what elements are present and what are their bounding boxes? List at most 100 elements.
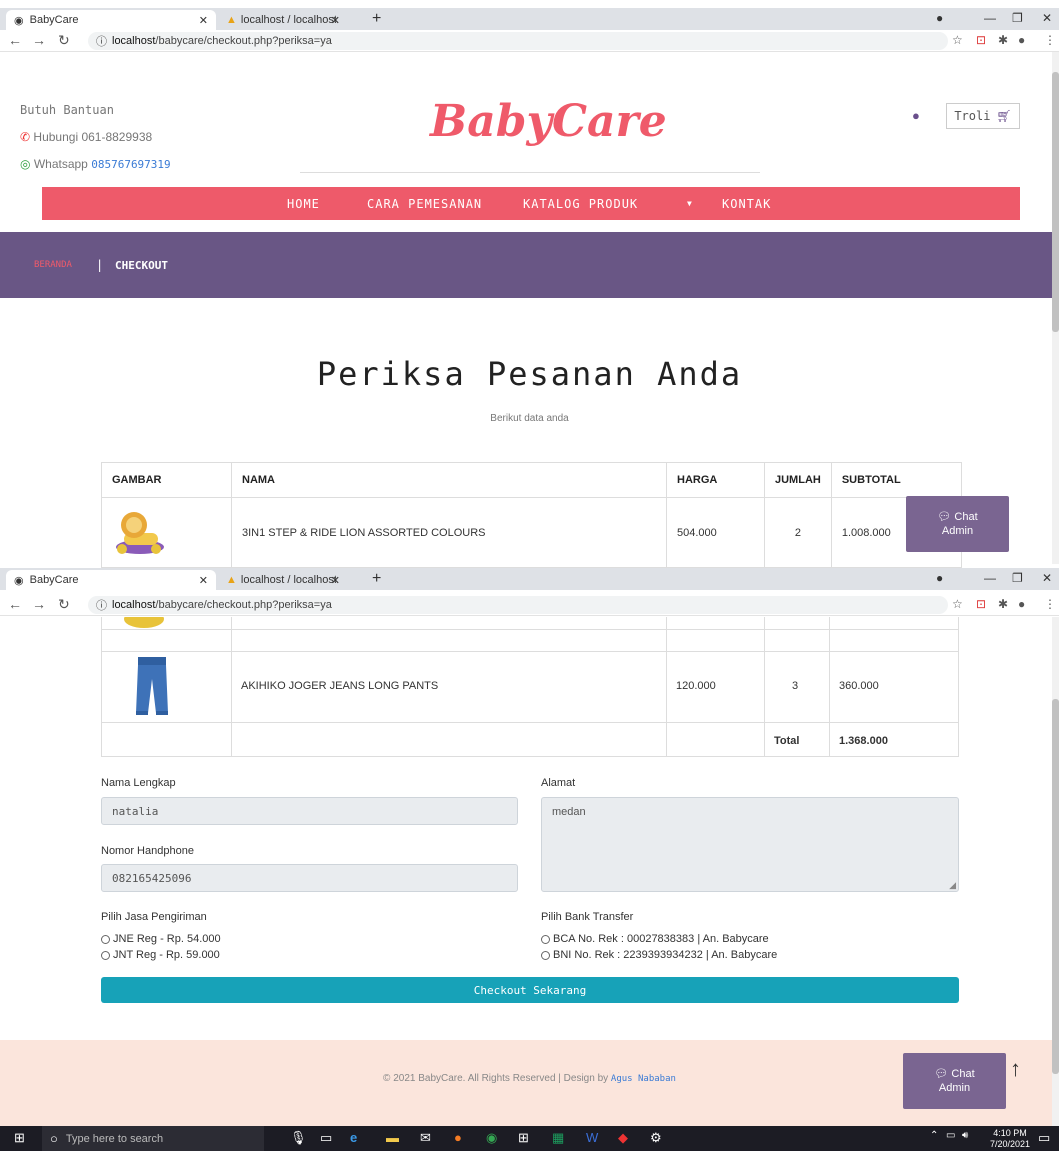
extensions-puzzle-icon[interactable]: ✱	[998, 597, 1008, 611]
mail-icon[interactable]: ✉	[420, 1130, 431, 1146]
chat-admin-button[interactable]: 💬︎ Chat Admin	[906, 496, 1009, 552]
radio-icon[interactable]	[101, 934, 110, 944]
new-tab-icon[interactable]: +	[372, 570, 381, 588]
nav-item-kontak[interactable]: KONTAK	[722, 197, 771, 211]
whatsapp-contact[interactable]: ◎ Whatsapp 085767697319	[20, 157, 171, 171]
chevron-down-icon[interactable]: ▼	[687, 199, 693, 208]
user-icon[interactable]: ●	[912, 108, 920, 123]
chat-admin-button[interactable]: 💬︎ Chat Admin	[903, 1053, 1006, 1109]
checkout-button[interactable]: Checkout Sekarang	[101, 977, 959, 1003]
scrollbar-bottom[interactable]	[1052, 617, 1059, 1126]
breadcrumb-home[interactable]: BERANDA	[34, 260, 72, 270]
close-window-icon[interactable]: ✕	[1042, 11, 1052, 25]
nav-item-cara-pemesanan[interactable]: CARA PEMESANAN	[367, 197, 482, 211]
radio-icon[interactable]	[541, 934, 550, 944]
windows-start-icon[interactable]: ⊞	[14, 1130, 25, 1146]
new-tab-icon[interactable]: +	[372, 10, 381, 28]
radio-icon[interactable]	[101, 950, 110, 960]
scrollbar-top[interactable]	[1052, 52, 1059, 564]
phone-text: Hubungi 061-8829938	[33, 130, 153, 144]
phone-value: 082165425096	[112, 871, 192, 885]
cart-button[interactable]: Troli 🛒︎	[946, 103, 1020, 129]
taskbar-search[interactable]: ○ Type here to search	[42, 1126, 264, 1151]
file-explorer-icon[interactable]: ▬	[386, 1130, 399, 1145]
shipping-option-jnt[interactable]: JNT Reg - Rp. 59.000	[101, 949, 220, 961]
reload-icon[interactable]: ↻	[58, 32, 70, 49]
profile-indicator-icon: ●	[936, 571, 944, 585]
store-icon[interactable]: ⊞	[518, 1130, 529, 1146]
chat-icon: 💬︎	[934, 1068, 949, 1080]
url-field[interactable]: ⓘ localhost/babycare/checkout.php?periks…	[88, 32, 948, 50]
address-value: medan	[552, 806, 586, 818]
profile-avatar-icon[interactable]: ●	[1018, 597, 1025, 611]
phone-contact[interactable]: ✆ Hubungi 061-8829938	[20, 130, 152, 144]
browser-tab-babycare[interactable]: ◉ BabyCare ✕	[6, 10, 216, 30]
row-divider	[101, 651, 959, 652]
browser-tabbar-top: ◉ BabyCare ✕ ▲ localhost / localhost / b…	[0, 8, 1059, 30]
site-logo[interactable]: BabyCare	[430, 96, 667, 147]
browser-tab-phpmyadmin[interactable]: ▲ localhost / localhost / babycare / ✕	[218, 10, 348, 30]
excel-icon[interactable]: ▦	[552, 1130, 564, 1146]
phpmyadmin-icon: ▲	[226, 574, 237, 586]
shipping-option-jne[interactable]: JNE Reg - Rp. 54.000	[101, 933, 221, 945]
bookmark-star-icon[interactable]: ☆	[952, 33, 963, 47]
menu-kebab-icon[interactable]: ⋮	[1044, 597, 1056, 611]
col-harga: HARGA	[666, 462, 765, 498]
resize-handle-icon[interactable]: ◢	[949, 880, 956, 891]
reload-icon[interactable]: ↻	[58, 596, 70, 613]
minimize-icon[interactable]: —	[984, 571, 996, 585]
close-tab-icon[interactable]: ✕	[199, 574, 208, 587]
tray-chevron-icon[interactable]: ⌃	[930, 1130, 938, 1141]
back-icon[interactable]: ←	[8, 32, 22, 48]
microphone-icon[interactable]: 🎙︎	[290, 1130, 307, 1146]
search-circle-icon: ○	[50, 1131, 58, 1146]
close-window-icon[interactable]: ✕	[1042, 571, 1052, 585]
chat-label: Chat	[951, 1068, 975, 1080]
close-tab-icon[interactable]: ✕	[199, 14, 208, 27]
network-icon[interactable]: ▭	[946, 1130, 955, 1141]
col-jumlah: JUMLAH	[764, 462, 832, 498]
bank-label: Pilih Bank Transfer	[541, 911, 634, 923]
whatsapp-number[interactable]: 085767697319	[91, 158, 170, 171]
anydesk-icon[interactable]: ◆	[618, 1130, 628, 1146]
clock-date: 7/20/2021	[990, 1139, 1031, 1149]
browser-tab-babycare[interactable]: ◉ BabyCare ✕	[6, 570, 216, 590]
word-icon[interactable]: W	[586, 1130, 598, 1145]
settings-gear-icon[interactable]: ⚙	[650, 1130, 662, 1146]
maximize-icon[interactable]: ❐	[1012, 11, 1023, 25]
forward-icon[interactable]: →	[32, 596, 46, 612]
task-view-icon[interactable]: ▭	[320, 1130, 332, 1146]
profile-avatar-icon[interactable]: ●	[1018, 33, 1025, 47]
notification-icon[interactable]: ▭	[1038, 1130, 1050, 1146]
nav-item-home[interactable]: HOME	[287, 197, 320, 211]
browser-tab-phpmyadmin[interactable]: ▲ localhost / localhost / babycare / ✕	[218, 570, 348, 590]
radio-icon[interactable]	[541, 950, 550, 960]
close-tab-icon[interactable]: ✕	[331, 14, 340, 27]
close-tab-icon[interactable]: ✕	[331, 574, 340, 587]
minimize-icon[interactable]: —	[984, 11, 996, 25]
bookmark-star-icon[interactable]: ☆	[952, 597, 963, 611]
scroll-to-top-icon[interactable]: ↑	[1010, 1056, 1021, 1082]
back-icon[interactable]: ←	[8, 596, 22, 612]
volume-icon[interactable]: 🔊︎	[962, 1130, 968, 1141]
firefox-icon[interactable]: ●	[454, 1130, 462, 1145]
url-field[interactable]: ⓘ localhost/babycare/checkout.php?periks…	[88, 596, 948, 614]
extension-shield-icon[interactable]: ⊡	[976, 597, 986, 611]
nav-item-katalog-produk[interactable]: KATALOG PRODUK	[523, 197, 638, 211]
system-clock[interactable]: 4:10 PM 7/20/2021	[990, 1128, 1030, 1150]
author-link[interactable]: Agus Nababan	[611, 1074, 676, 1084]
menu-kebab-icon[interactable]: ⋮	[1044, 33, 1056, 47]
bank-option-bni[interactable]: BNI No. Rek : 2239393934232 | An. Babyca…	[541, 949, 777, 961]
chrome-icon[interactable]: ◉	[486, 1130, 497, 1146]
bank-option-bca[interactable]: BCA No. Rek : 00027838383 | An. Babycare	[541, 933, 769, 945]
address-textarea[interactable]: medan ◢	[541, 797, 959, 892]
url-host: localhost	[112, 599, 156, 611]
extensions-puzzle-icon[interactable]: ✱	[998, 33, 1008, 47]
maximize-icon[interactable]: ❐	[1012, 571, 1023, 585]
edge-browser-icon[interactable]: e	[350, 1130, 357, 1145]
forward-icon[interactable]: →	[32, 32, 46, 48]
name-field[interactable]: natalia	[101, 797, 518, 825]
col-subtotal: SUBTOTAL	[830, 462, 963, 498]
extension-shield-icon[interactable]: ⊡	[976, 33, 986, 47]
phone-field[interactable]: 082165425096	[101, 864, 518, 892]
